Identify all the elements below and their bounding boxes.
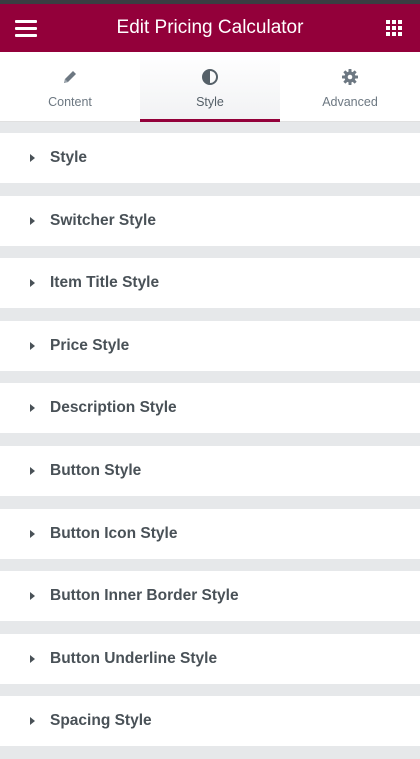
tab-style[interactable]: Style [140, 52, 280, 122]
section-button-underline-style[interactable]: Button Underline Style [0, 633, 420, 684]
caret-right-icon [30, 341, 35, 350]
grid-icon[interactable] [386, 20, 402, 36]
section-button-style[interactable]: Button Style [0, 445, 420, 496]
caret-right-icon [30, 279, 35, 288]
panel-title: Edit Pricing Calculator [116, 17, 304, 38]
caret-right-icon [30, 654, 35, 663]
section-label: Button Style [50, 461, 142, 479]
caret-right-icon [30, 592, 35, 601]
tab-content-label: Content [48, 95, 92, 109]
caret-right-icon [30, 404, 35, 413]
section-label: Item Title Style [50, 274, 160, 292]
section-item-title-style[interactable]: Item Title Style [0, 258, 420, 309]
style-sections-list: Style Switcher Style Item Title Style Pr… [0, 133, 420, 759]
section-description-style[interactable]: Description Style [0, 383, 420, 434]
caret-right-icon [30, 529, 35, 538]
section-label: Description Style [50, 399, 177, 417]
section-label: Button Underline Style [50, 649, 218, 667]
section-button-icon-style[interactable]: Button Icon Style [0, 508, 420, 559]
section-label: Style [50, 149, 88, 166]
pencil-icon [0, 66, 140, 88]
gear-icon [280, 66, 420, 88]
section-label: Switcher Style [50, 211, 156, 229]
panel-tabs: Content Style Advanced [0, 52, 420, 122]
caret-right-icon [30, 154, 35, 162]
tab-advanced[interactable]: Advanced [280, 52, 420, 121]
section-switcher-style[interactable]: Switcher Style [0, 195, 420, 246]
section-label: Button Inner Border Style [50, 587, 239, 605]
hamburger-icon[interactable] [15, 19, 37, 37]
section-style[interactable]: Style [0, 133, 420, 183]
section-label: Price Style [50, 336, 130, 354]
tab-advanced-label: Advanced [322, 95, 378, 109]
section-label: Button Icon Style [50, 524, 178, 542]
tab-content[interactable]: Content [0, 52, 140, 121]
section-button-inner-border-style[interactable]: Button Inner Border Style [0, 571, 420, 622]
panel-header: Edit Pricing Calculator [0, 4, 420, 52]
caret-right-icon [30, 216, 35, 225]
section-spacing-style[interactable]: Spacing Style [0, 696, 420, 747]
half-circle-contrast-icon [140, 66, 280, 88]
section-label: Spacing Style [50, 712, 152, 730]
section-price-style[interactable]: Price Style [0, 320, 420, 371]
tab-style-label: Style [196, 95, 224, 109]
caret-right-icon [30, 466, 35, 475]
caret-right-icon [30, 717, 35, 726]
